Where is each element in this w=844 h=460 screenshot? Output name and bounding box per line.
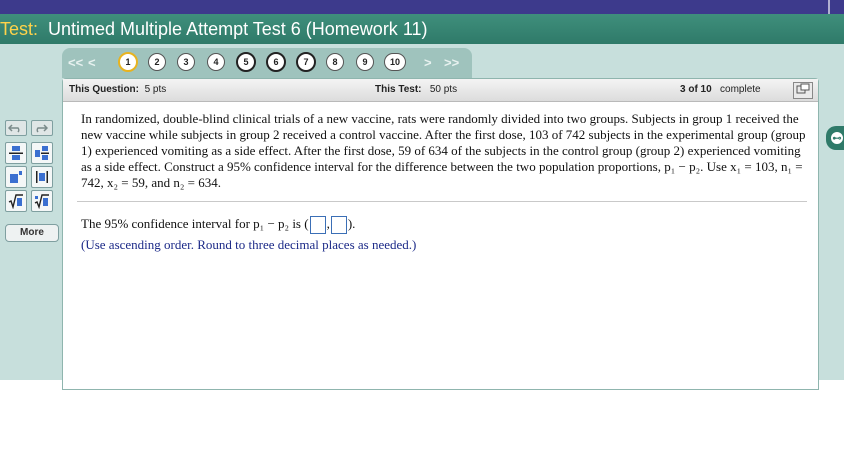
undo-icon[interactable] (5, 120, 27, 136)
side-tab-button[interactable]: ⊷ (826, 126, 844, 150)
question-panel: This Question: 5 pts This Test: 50 pts 3… (62, 78, 819, 390)
expand-window-icon[interactable] (793, 82, 813, 99)
upper-bound-input[interactable] (330, 216, 347, 235)
question-4-button[interactable]: 4 (207, 53, 225, 71)
side-tab-icon: ⊷ (830, 131, 844, 145)
question-points-label: This Question: (69, 84, 139, 95)
question-1-button[interactable]: 1 (118, 52, 138, 72)
absolute-value-icon[interactable] (31, 166, 53, 188)
info-bar: This Question: 5 pts This Test: 50 pts 3… (63, 79, 818, 102)
question-7-button[interactable]: 7 (296, 52, 316, 72)
more-button[interactable]: More (5, 224, 59, 242)
top-banner-edge (828, 0, 830, 14)
test-points-value: 50 pts (429, 84, 458, 95)
question-3-button[interactable]: 3 (177, 53, 195, 71)
question-points: This Question: 5 pts (69, 84, 166, 95)
progress-status-label: complete (720, 84, 761, 95)
lower-bound-input[interactable] (309, 216, 326, 235)
question-9-button[interactable]: 9 (356, 53, 374, 71)
test-title: Untimed Multiple Attempt Test 6 (Homewor… (48, 19, 428, 39)
answer-line: The 95% confidence interval for p₁ − p₂ … (81, 216, 356, 235)
redo-icon[interactable] (31, 120, 53, 136)
first-question-icon[interactable]: << (68, 55, 83, 70)
question-6-button[interactable]: 6 (266, 52, 286, 72)
answer-separator: , (326, 216, 330, 231)
question-5-button[interactable]: 5 (236, 52, 256, 72)
last-question-icon[interactable]: >> (444, 55, 459, 70)
question-8-button[interactable]: 8 (326, 53, 344, 71)
top-banner (0, 0, 844, 14)
previous-question-icon[interactable]: < (88, 55, 96, 70)
fraction-icon[interactable] (5, 142, 27, 164)
next-question-icon[interactable]: > (424, 55, 432, 70)
answer-hint: (Use ascending order. Round to three dec… (81, 237, 417, 252)
question-10-button[interactable]: 10 (384, 53, 406, 71)
progress-status: 3 of 10 complete (680, 84, 761, 95)
question-points-value: 5 pts (144, 84, 167, 95)
question-2-button[interactable]: 2 (148, 53, 166, 71)
title-bar: Test: Untimed Multiple Attempt Test 6 (Ho… (0, 14, 844, 44)
test-label: Test: (0, 19, 39, 39)
test-points-label: This Test: (375, 84, 422, 95)
exponent-icon[interactable] (5, 166, 27, 188)
answer-suffix: ). (347, 216, 356, 231)
square-root-icon[interactable] (5, 190, 27, 212)
mixed-number-icon[interactable] (31, 142, 53, 164)
nth-root-icon[interactable] (31, 190, 53, 212)
progress-count: 3 of 10 (680, 84, 712, 95)
divider (77, 201, 807, 202)
question-navigator: << < 1 2 3 4 5 6 7 8 9 10 > >> (62, 48, 472, 78)
test-points: This Test: 50 pts (375, 84, 457, 95)
question-text: In randomized, double-blind clinical tri… (81, 111, 806, 190)
answer-prefix: The 95% confidence interval for p₁ − p₂ … (81, 216, 309, 231)
